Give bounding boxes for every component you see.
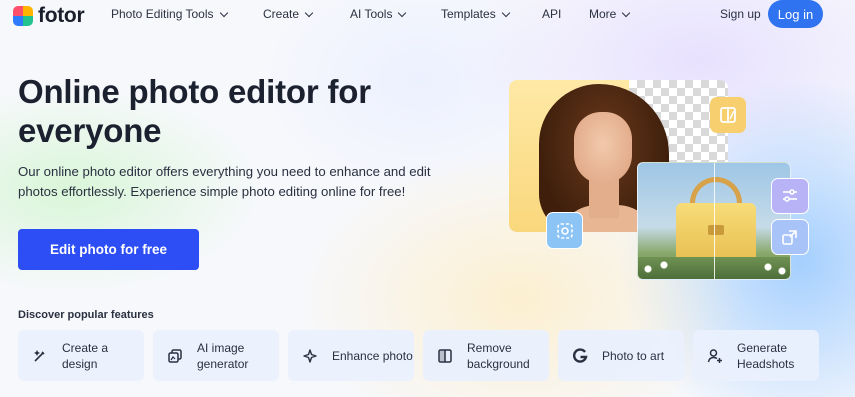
nav-templates[interactable]: Templates (441, 7, 510, 21)
chevron-down-icon (304, 8, 314, 17)
nav-create[interactable]: Create (263, 7, 314, 21)
logo-text: fotor (38, 4, 85, 27)
feature-photo-to-art[interactable]: Photo to art (558, 330, 684, 381)
sign-up-link[interactable]: Sign up (720, 7, 761, 21)
feature-label: AI image generator (197, 340, 249, 371)
portrait-neck (589, 178, 619, 218)
feature-label: Create a design (62, 340, 109, 371)
handbag-image (637, 162, 791, 280)
image-stack-icon (167, 348, 183, 364)
portrait-face (574, 112, 632, 184)
fotor-logo[interactable]: fotor (13, 4, 85, 28)
discover-heading: Discover popular features (18, 309, 154, 321)
cutout-icon (437, 348, 453, 364)
chevron-down-icon (398, 8, 407, 17)
feature-label: Remove background (467, 340, 530, 371)
nav-label: Create (263, 7, 300, 21)
chevron-down-icon (219, 8, 228, 17)
feature-ai-image-generator[interactable]: AI image generator (153, 330, 279, 381)
nav-photo-editing-tools[interactable]: Photo Editing Tools (111, 7, 228, 21)
expand-tool-icon (771, 219, 809, 255)
chevron-down-icon (501, 8, 510, 17)
nav-label: AI Tools (350, 7, 393, 21)
nav-label: Photo Editing Tools (111, 7, 214, 21)
logo-mark-icon (13, 6, 33, 26)
sparkle-icon (302, 348, 318, 364)
nav-label: Templates (441, 7, 496, 21)
feature-create-a-design[interactable]: Create a design (18, 330, 144, 381)
feature-generate-headshots[interactable]: Generate Headshots (693, 330, 819, 381)
g-logo-icon (572, 347, 588, 364)
magic-wand-icon (32, 348, 48, 364)
feature-enhance-photo[interactable]: Enhance photo (288, 330, 414, 381)
chevron-down-icon (622, 8, 631, 17)
hero-description: Our online photo editor offers everythin… (18, 164, 431, 199)
nav-ai-tools[interactable]: AI Tools (350, 7, 407, 21)
top-nav: fotor Photo Editing Tools Create AI Tool… (0, 0, 855, 30)
adjust-sliders-icon (771, 178, 809, 214)
crop-tool-icon (710, 97, 746, 133)
person-plus-icon (707, 348, 723, 364)
feature-label: Photo to art (602, 348, 665, 363)
feature-label: Enhance photo (332, 348, 413, 363)
bag-clasp (708, 225, 724, 235)
nav-label: API (542, 7, 562, 21)
feature-remove-background[interactable]: Remove background (423, 330, 549, 381)
before-after-divider (714, 163, 715, 279)
edit-photo-for-free-button[interactable]: Edit photo for free (18, 229, 199, 270)
enhance-tool-icon (546, 212, 583, 249)
log-in-button[interactable]: Log in (768, 0, 823, 28)
nav-label: More (589, 7, 617, 21)
feature-label: Generate Headshots (737, 340, 795, 371)
nav-more[interactable]: More (589, 7, 631, 21)
feature-list: Create a design AI image generator Enhan… (18, 330, 819, 381)
hero-title: Online photo editor for everyone (18, 73, 371, 149)
nav-api[interactable]: API (542, 7, 561, 21)
